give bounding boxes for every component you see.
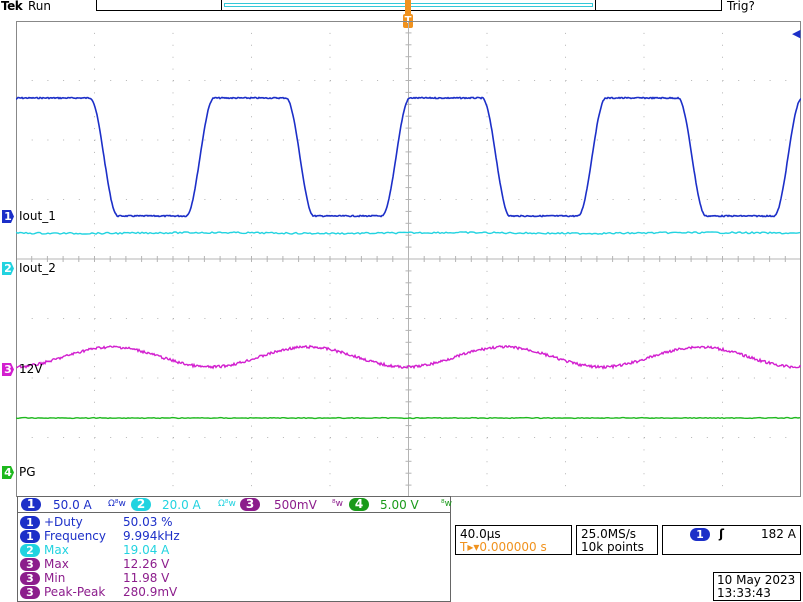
meas-channel-badge: 2 bbox=[20, 544, 40, 557]
ch4-label: PG bbox=[19, 465, 36, 479]
measurement-row[interactable]: 2 Max 19.04 A bbox=[20, 543, 169, 557]
ch2-scale[interactable]: 20.0 A bbox=[162, 498, 201, 512]
status-bar: Tek Run Trig? bbox=[0, 0, 803, 14]
meas-value: 50.03 % bbox=[123, 515, 173, 529]
rising-edge-icon: ʃ bbox=[719, 527, 724, 541]
meas-channel-badge: 3 bbox=[20, 558, 40, 571]
ch3-scale-badge[interactable]: 3 bbox=[240, 498, 260, 511]
meas-name: Frequency bbox=[44, 529, 106, 543]
trigger-level-arrow[interactable]: ◀ bbox=[792, 27, 800, 40]
ch1-label: Iout_1 bbox=[19, 209, 56, 223]
trigger-position: T▸▾0.000000 s bbox=[460, 540, 547, 554]
ch2-ground-marker[interactable]: 2 bbox=[2, 262, 14, 275]
ch3-scale-suffix: ⁸w bbox=[332, 499, 343, 509]
ch1-scale-badge[interactable]: 1 bbox=[21, 498, 41, 511]
trigger-position-stem bbox=[405, 0, 411, 14]
meas-value: 11.98 V bbox=[123, 571, 170, 585]
meas-name: Max bbox=[44, 557, 69, 571]
measurements-panel: 1 +Duty 50.03 % 1 Frequency 9.994kHz 2 M… bbox=[17, 513, 451, 602]
timebase-box[interactable]: 40.0µs T▸▾0.000000 s bbox=[455, 525, 572, 555]
date: 10 May 2023 bbox=[717, 573, 796, 587]
acquisition-box[interactable]: 25.0MS/s 10k points bbox=[576, 525, 658, 555]
ch2-scale-suffix: Ω⁸w bbox=[218, 499, 236, 509]
ch4-scale[interactable]: 5.00 V bbox=[380, 498, 419, 512]
meas-value: 280.9mV bbox=[123, 585, 178, 599]
run-status: Run bbox=[28, 0, 52, 13]
measurement-row[interactable]: 3 Min 11.98 V bbox=[20, 571, 169, 585]
trigger-level: 182 A bbox=[761, 527, 796, 541]
meas-name: +Duty bbox=[44, 515, 83, 529]
ch4-ground-marker[interactable]: 4 bbox=[2, 466, 14, 479]
time: 13:33:43 bbox=[717, 586, 771, 600]
datetime-box: 10 May 2023 13:33:43 bbox=[713, 572, 801, 601]
meas-name: Max bbox=[44, 543, 69, 557]
measurement-row[interactable]: 3 Max 12.26 V bbox=[20, 557, 169, 571]
meas-value: 12.26 V bbox=[123, 557, 170, 571]
ch2-scale-badge[interactable]: 2 bbox=[131, 498, 151, 511]
meas-channel-badge: 1 bbox=[20, 516, 40, 529]
ch1-scale-suffix: Ω⁸w bbox=[108, 499, 126, 509]
meas-name: Min bbox=[44, 571, 66, 585]
brand-logo: Tek bbox=[1, 0, 23, 13]
measurement-row[interactable]: 1 +Duty 50.03 % bbox=[20, 515, 173, 529]
ch4-scale-badge[interactable]: 4 bbox=[349, 498, 369, 511]
meas-channel-badge: 3 bbox=[20, 586, 40, 599]
ch3-ground-marker[interactable]: 3 bbox=[2, 363, 14, 376]
meas-channel-badge: 3 bbox=[20, 572, 40, 585]
ch3-scale[interactable]: 500mV bbox=[274, 498, 317, 512]
sample-rate: 25.0MS/s bbox=[581, 527, 636, 541]
horizontal-scale: 40.0µs bbox=[460, 527, 501, 541]
trigger-source-badge: 1 bbox=[690, 528, 710, 541]
ch1-ground-marker[interactable]: 1 bbox=[2, 210, 14, 223]
meas-value: 19.04 A bbox=[123, 543, 170, 557]
trigger-box[interactable]: 1 ʃ 182 A bbox=[662, 525, 801, 555]
graticule-grid bbox=[16, 21, 801, 497]
meas-name: Peak-Peak bbox=[44, 585, 106, 599]
trigger-status: Trig? bbox=[727, 0, 755, 13]
ch4-scale-suffix: ⁸w bbox=[441, 499, 452, 509]
measurement-row[interactable]: 1 Frequency 9.994kHz bbox=[20, 529, 180, 543]
ch1-scale[interactable]: 50.0 A bbox=[53, 498, 92, 512]
meas-value: 9.994kHz bbox=[123, 529, 180, 543]
meas-channel-badge: 1 bbox=[20, 530, 40, 543]
ch4-waveform bbox=[16, 416, 801, 420]
channel-scale-bar: 1 50.0 A Ω⁸w 2 20.0 A Ω⁸w 3 500mV ⁸w 4 5… bbox=[17, 496, 452, 513]
record-length: 10k points bbox=[581, 540, 644, 554]
waveform-display bbox=[16, 21, 801, 497]
measurement-row[interactable]: 3 Peak-Peak 280.9mV bbox=[20, 585, 177, 599]
ch3-label: 12V bbox=[19, 362, 43, 376]
ch2-label: Iout_2 bbox=[19, 261, 56, 275]
